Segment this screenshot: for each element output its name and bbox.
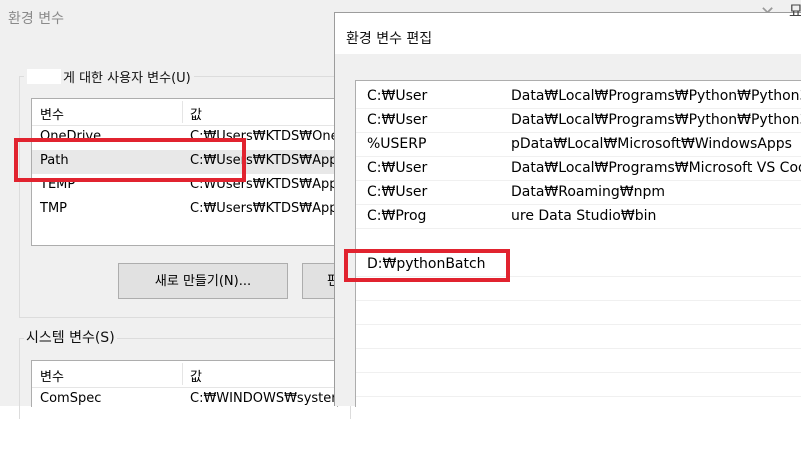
list-header: 변수 값 <box>32 361 337 388</box>
path-entry-start: C:₩User <box>367 88 428 104</box>
variable-name: TMP <box>40 201 67 216</box>
list-item[interactable]: C:₩User Data₩Roaming₩npm <box>356 181 801 205</box>
dialog-title: 환경 변수 편집 <box>346 31 433 47</box>
column-divider <box>182 101 183 123</box>
column-header-value[interactable]: 값 <box>190 104 202 123</box>
path-entry-end: Data₩Roaming₩npm <box>511 184 666 200</box>
table-row[interactable]: TMP C:₩Users₩KTDS₩App <box>32 198 337 222</box>
list-item[interactable]: C:₩User Data₩Local₩Programs₩Microsoft VS… <box>356 157 801 181</box>
column-divider <box>182 363 183 385</box>
path-entries-list[interactable]: C:₩User Data₩Local₩Programs₩Python₩Pytho… <box>355 80 801 407</box>
list-item[interactable]: C:₩User Data₩Local₩Programs₩Python₩Pytho… <box>356 85 801 109</box>
variable-value: C:₩Users₩KTDS₩App <box>190 201 338 216</box>
list-item[interactable] <box>356 301 801 325</box>
path-entry-end: Data₩Local₩Programs₩Python₩Python39 <box>511 88 801 104</box>
list-header: 변수 값 <box>32 99 337 126</box>
path-entry-start: C:₩User <box>367 184 428 200</box>
column-header-value[interactable]: 값 <box>190 366 202 385</box>
path-entry-end: Data₩Local₩Programs₩Microsoft VS Code <box>511 160 801 176</box>
variable-value: C:₩WINDOWS₩syster <box>190 391 337 406</box>
table-row[interactable]: ComSpec C:₩WINDOWS₩syster <box>32 388 337 407</box>
new-user-variable-button[interactable]: 새로 만들기(N)... <box>118 263 288 299</box>
path-entry-start: %USERP <box>367 136 427 152</box>
list-item[interactable]: C:₩Prog ure Data Studio₩bin <box>356 205 801 229</box>
system-variables-list[interactable]: 변수 값 ComSpec C:₩WINDOWS₩syster <box>31 360 338 407</box>
path-entry-start: C:₩User <box>367 112 428 128</box>
system-variables-label: 시스템 변수(S) <box>24 327 117 347</box>
column-header-variable[interactable]: 변수 <box>40 366 64 385</box>
path-entry-end: pData₩Local₩Microsoft₩WindowsApps <box>511 136 792 152</box>
path-entry-start: C:₩User <box>367 160 428 176</box>
list-item[interactable] <box>356 349 801 373</box>
path-entry-end: Data₩Local₩Programs₩Python₩Python39 <box>511 112 801 128</box>
path-entry-start: C:₩Prog <box>367 208 427 224</box>
list-item[interactable] <box>356 373 801 397</box>
list-item[interactable]: C:₩User Data₩Local₩Programs₩Python₩Pytho… <box>356 109 801 133</box>
list-item[interactable] <box>356 325 801 349</box>
path-entry-end: ure Data Studio₩bin <box>511 208 657 224</box>
highlight-new-entry <box>344 249 510 282</box>
redacted-username <box>27 69 61 84</box>
column-header-variable[interactable]: 변수 <box>40 104 64 123</box>
highlight-path-row <box>14 138 246 182</box>
list-item[interactable]: %USERP pData₩Local₩Microsoft₩WindowsApps <box>356 133 801 157</box>
window-title: 환경 변수 <box>8 11 64 27</box>
user-variables-label: 게 대한 사용자 변수(U) <box>24 67 194 86</box>
variable-name: ComSpec <box>40 391 102 406</box>
window-button-glyph[interactable]: 묘 <box>789 0 801 21</box>
